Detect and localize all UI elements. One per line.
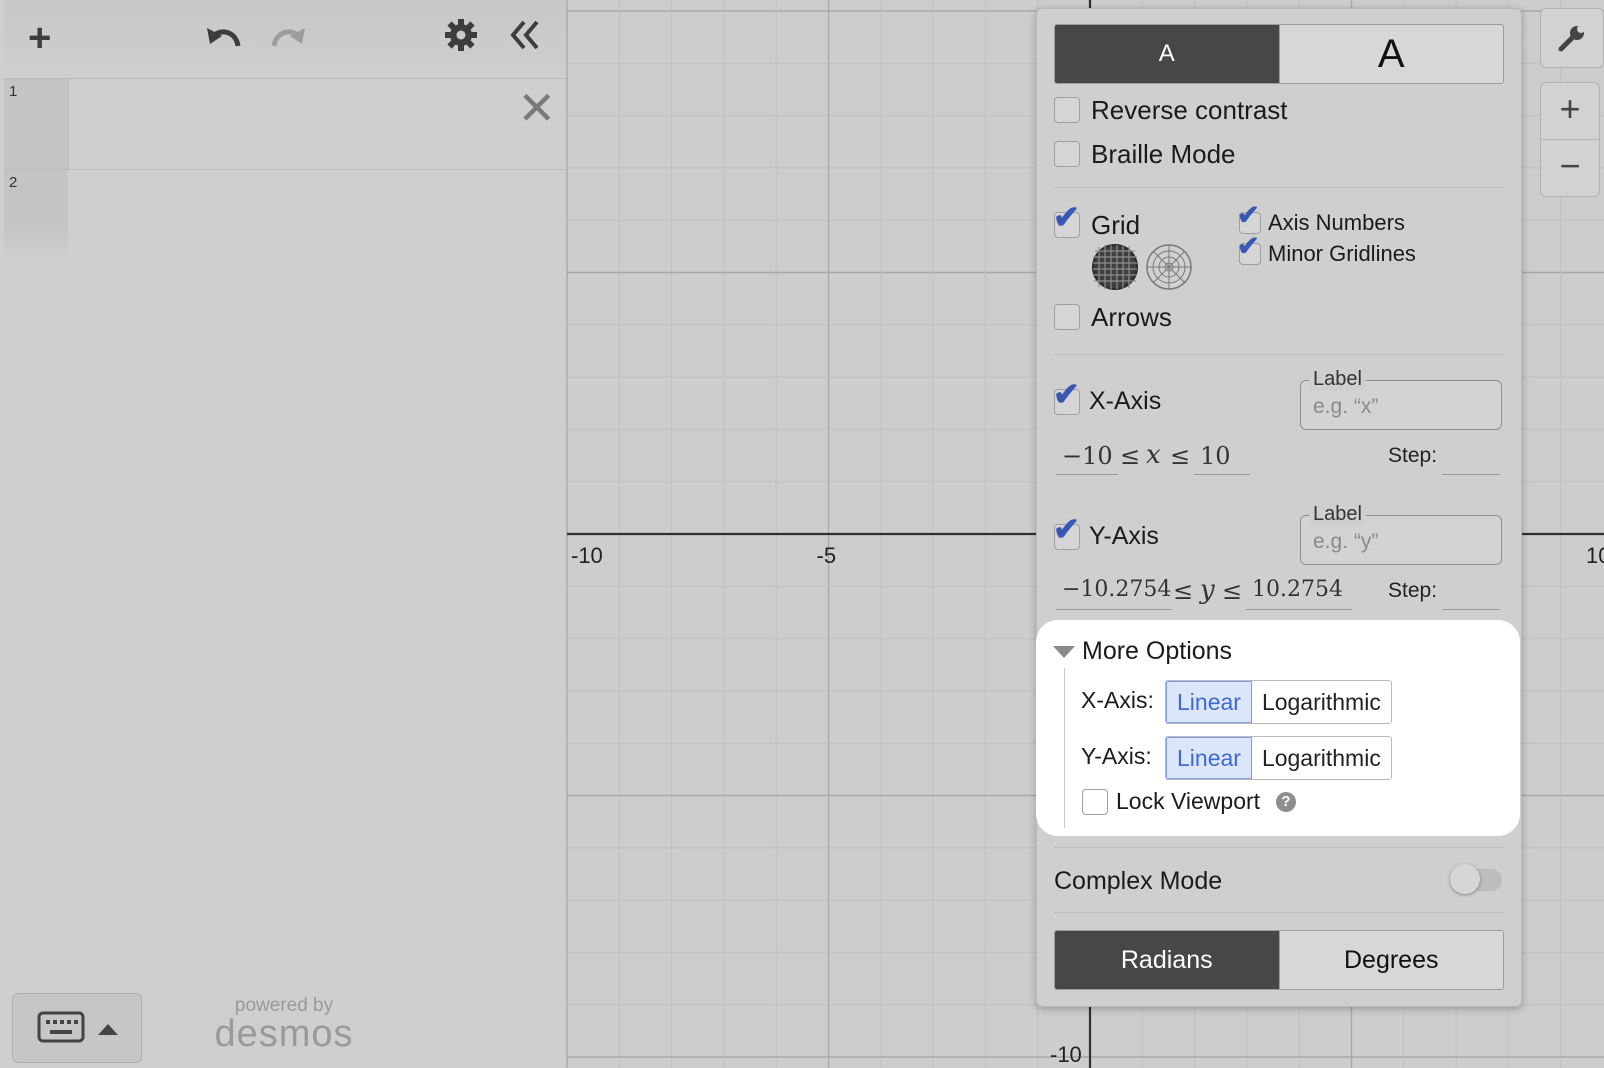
y-tick-label: -10	[1050, 1042, 1082, 1067]
complex-mode-label: Complex Mode	[1054, 867, 1223, 895]
x-axis-min-input[interactable]: −10	[1062, 442, 1113, 470]
y-axis-min-input[interactable]: −10.2754	[1062, 577, 1171, 602]
x-axis-max-underline	[1194, 474, 1250, 475]
expression-index-cell: 2	[4, 170, 68, 260]
expression-index-cell: 1	[4, 79, 69, 169]
expression-row[interactable]: 2	[4, 170, 566, 260]
y-axis-min-underline	[1056, 609, 1172, 610]
help-icon[interactable]: ?	[1276, 792, 1296, 812]
keyboard-icon	[37, 1011, 85, 1043]
reverse-contrast-checkbox[interactable]	[1054, 97, 1080, 123]
collapse-panel-icon[interactable]	[508, 18, 542, 59]
x-axis-logarithmic-button[interactable]: Logarithmic	[1251, 681, 1391, 723]
arrows-checkbox[interactable]	[1054, 304, 1080, 330]
grid-label: Grid	[1091, 210, 1141, 240]
y-axis-label-placeholder: e.g. “y”	[1313, 530, 1379, 553]
y-axis-step-input[interactable]	[1442, 609, 1500, 610]
x-axis-linear-button[interactable]: Linear	[1166, 681, 1252, 723]
desmos-wordmark: desmos	[214, 1013, 354, 1055]
y-axis-step-label: Step:	[1388, 579, 1438, 602]
arrows-label: Arrows	[1091, 302, 1172, 332]
divider	[1054, 187, 1504, 188]
divider	[1054, 847, 1504, 848]
divider	[1054, 354, 1504, 355]
axis-numbers-label: Axis Numbers	[1268, 210, 1405, 235]
x-tick-label: 10	[1586, 543, 1604, 568]
minor-gridlines-checkmark-icon: ✔	[1237, 231, 1260, 261]
minor-gridlines-label: Minor Gridlines	[1268, 241, 1416, 266]
y-axis-label: Y-Axis	[1089, 522, 1159, 550]
lock-viewport-checkbox[interactable]	[1082, 789, 1108, 815]
y-axis-max-underline	[1246, 609, 1352, 610]
y-axis-checkmark-icon: ✔	[1053, 511, 1080, 547]
expression-index: 2	[9, 174, 18, 191]
x-axis-scale-label: X-Axis:	[1081, 687, 1154, 713]
complex-mode-toggle[interactable]	[1450, 864, 1502, 894]
redo-icon[interactable]	[268, 20, 308, 63]
y-axis-linear-button[interactable]: Linear	[1166, 737, 1252, 779]
divider	[1054, 912, 1504, 913]
y-axis-max-input[interactable]: 10.2754	[1252, 577, 1343, 602]
x-tick-label: -5	[817, 543, 837, 568]
y-axis-scale-label: Y-Axis:	[1081, 743, 1152, 769]
cartesian-grid-icon[interactable]	[1091, 243, 1139, 291]
y-axis-scale-toggle: Linear Logarithmic	[1165, 736, 1392, 780]
polar-grid-icon[interactable]	[1145, 243, 1193, 291]
caret-up-icon	[98, 1024, 118, 1035]
reverse-contrast-label: Reverse contrast	[1091, 95, 1288, 125]
powered-by-desmos-logo[interactable]: powered by desmos	[214, 995, 354, 1055]
y-axis-label-legend: Label	[1309, 503, 1366, 526]
undo-icon[interactable]	[204, 20, 244, 63]
x-axis-max-input[interactable]: 10	[1200, 442, 1231, 470]
axis-numbers-checkmark-icon: ✔	[1237, 200, 1260, 230]
gear-icon[interactable]	[444, 18, 478, 59]
x-axis-min-underline	[1056, 474, 1118, 475]
x-axis-step-label: Step:	[1388, 444, 1438, 467]
x-axis-checkmark-icon: ✔	[1053, 376, 1080, 412]
x-axis-leq-1: ≤	[1120, 442, 1141, 470]
expression-toolbar: +	[4, 0, 566, 79]
keyboard-toggle-button[interactable]	[12, 993, 142, 1063]
zoom-in-button[interactable]: +	[1540, 82, 1600, 140]
expression-index: 1	[9, 83, 18, 100]
x-axis-variable: x	[1146, 440, 1161, 470]
degrees-button[interactable]: Degrees	[1278, 931, 1503, 989]
x-tick-label: -10	[571, 543, 603, 568]
more-options-indent-line	[1064, 668, 1065, 828]
lock-viewport-label: Lock Viewport	[1116, 788, 1261, 814]
radians-button[interactable]: Radians	[1055, 931, 1279, 989]
delete-expression-icon[interactable]: ✕	[517, 85, 556, 131]
expression-row[interactable]: 1 ✕	[4, 79, 566, 170]
grid-checkmark-icon: ✔	[1053, 199, 1080, 235]
braille-mode-checkbox[interactable]	[1054, 141, 1080, 167]
x-axis-step-input[interactable]	[1442, 474, 1500, 475]
x-axis-leq-2: ≤	[1170, 442, 1191, 470]
triangle-down-icon[interactable]	[1052, 644, 1076, 660]
add-expression-icon[interactable]: +	[28, 18, 51, 58]
font-size-small-button[interactable]: A	[1055, 25, 1279, 83]
more-options-title[interactable]: More Options	[1082, 637, 1232, 666]
x-axis-label-field[interactable]: Label e.g. “x”	[1300, 368, 1502, 430]
y-axis-leq-2: ≤	[1222, 577, 1243, 605]
expression-panel: + 1 ✕ 2 powered by desmos	[0, 0, 567, 1068]
zoom-out-button[interactable]: −	[1540, 139, 1600, 197]
toggle-knob	[1450, 864, 1480, 894]
y-axis-logarithmic-button[interactable]: Logarithmic	[1251, 737, 1391, 779]
y-axis-leq-1: ≤	[1173, 577, 1194, 605]
x-axis-label-legend: Label	[1309, 368, 1366, 391]
font-size-large-button[interactable]: A	[1278, 25, 1503, 83]
angle-mode-toggle: Radians Degrees	[1054, 930, 1504, 990]
x-axis-label: X-Axis	[1089, 387, 1162, 415]
x-axis-scale-toggle: Linear Logarithmic	[1165, 680, 1392, 724]
x-axis-label-placeholder: e.g. “x”	[1313, 395, 1379, 418]
graph-settings-button[interactable]	[1540, 8, 1604, 68]
expression-list: 1 ✕ 2	[4, 79, 566, 260]
braille-mode-label: Braille Mode	[1091, 139, 1236, 169]
font-size-toggle: A A	[1054, 24, 1504, 84]
y-axis-variable: y	[1200, 575, 1215, 605]
wrench-icon	[1558, 25, 1585, 52]
y-axis-label-field[interactable]: Label e.g. “y”	[1300, 503, 1502, 565]
